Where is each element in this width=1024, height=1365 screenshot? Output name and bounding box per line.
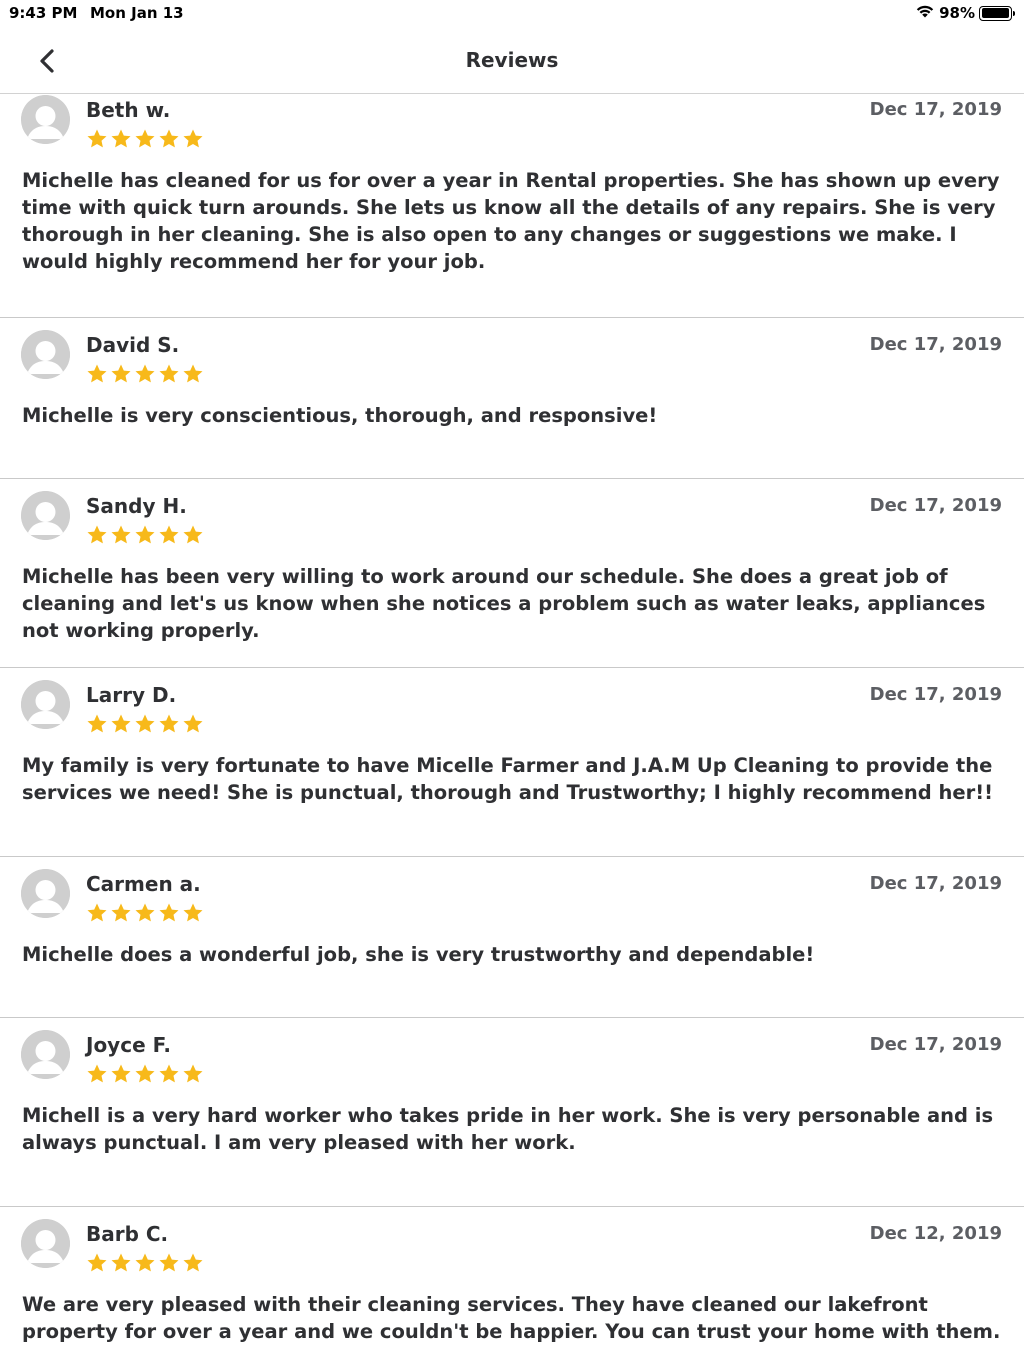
star-icon — [86, 128, 108, 154]
star-icon — [110, 713, 132, 739]
star-icon — [86, 1063, 108, 1089]
star-icon — [182, 1252, 204, 1278]
star-icon — [134, 1063, 156, 1089]
status-bar: 9:43 PM Mon Jan 13 98% — [0, 0, 1024, 28]
star-icon — [158, 1252, 180, 1278]
star-icon — [158, 524, 180, 550]
star-icon — [182, 128, 204, 154]
reviews-list[interactable]: Beth w. Dec 17, 2019 Michelle has cleaned … — [0, 95, 1024, 1365]
star-icon — [182, 1063, 204, 1089]
review-text: We are very pleased with their cleaning … — [22, 1293, 1001, 1343]
star-icon — [110, 1063, 132, 1089]
star-icon — [134, 524, 156, 550]
navigation-bar: Reviews — [0, 28, 1024, 94]
battery-level — [981, 8, 1009, 18]
review-text: Michell is a very hard worker who takes … — [22, 1104, 994, 1154]
avatar — [21, 491, 70, 540]
review-card: Beth w. Dec 17, 2019 Michelle has cleaned … — [0, 95, 1024, 318]
star-icon — [110, 128, 132, 154]
wifi-icon — [915, 3, 935, 23]
star-icon — [158, 128, 180, 154]
review-date: Dec 12, 2019 — [869, 1223, 1002, 1244]
star-icon — [134, 1252, 156, 1278]
review-card: Joyce F. Dec 17, 2019 Michell is a very ha… — [0, 1018, 1024, 1207]
review-card: Carmen a. Dec 17, 2019 Michelle does a won… — [0, 857, 1024, 1018]
reviewer-name: Larry D. — [86, 683, 177, 707]
review-text: Michelle does a wonderful job, she is ve… — [22, 943, 815, 966]
review-date: Dec 17, 2019 — [869, 334, 1002, 355]
star-icon — [182, 902, 204, 928]
star-icon — [182, 713, 204, 739]
star-rating — [86, 128, 204, 154]
review-date: Dec 17, 2019 — [869, 495, 1002, 516]
reviewer-name: Beth w. — [86, 98, 171, 122]
review-text: Michelle has been very willing to work a… — [22, 565, 986, 642]
star-icon — [86, 902, 108, 928]
review-card: Barb C. Dec 12, 2019 We are very pleased w… — [0, 1207, 1024, 1365]
star-rating — [86, 902, 204, 928]
review-date: Dec 17, 2019 — [869, 873, 1002, 894]
star-icon — [182, 524, 204, 550]
avatar — [21, 330, 70, 379]
battery-icon — [979, 5, 1015, 21]
status-right: 98% — [915, 3, 1016, 23]
star-icon — [134, 128, 156, 154]
review-card: Sandy H. Dec 17, 2019 Michelle has been ve… — [0, 479, 1024, 668]
avatar — [21, 1030, 70, 1079]
reviewer-name: Barb C. — [86, 1222, 169, 1246]
star-icon — [86, 524, 108, 550]
review-text: Michelle has cleaned for us for over a y… — [22, 169, 1000, 273]
star-icon — [86, 1252, 108, 1278]
review-date: Dec 17, 2019 — [869, 1034, 1002, 1055]
status-time: 9:43 PM — [9, 4, 78, 22]
star-icon — [134, 363, 156, 389]
avatar — [21, 95, 70, 144]
reviewer-name: Sandy H. — [86, 494, 187, 518]
avatar — [21, 1219, 70, 1268]
star-icon — [182, 363, 204, 389]
star-rating — [86, 713, 204, 739]
star-icon — [110, 1252, 132, 1278]
review-date: Dec 17, 2019 — [869, 684, 1002, 705]
star-icon — [134, 713, 156, 739]
review-card: David S. Dec 17, 2019 Michelle is very con… — [0, 318, 1024, 479]
star-icon — [158, 713, 180, 739]
star-rating — [86, 1252, 204, 1278]
star-icon — [158, 1063, 180, 1089]
star-icon — [134, 902, 156, 928]
star-icon — [86, 713, 108, 739]
star-icon — [158, 363, 180, 389]
star-icon — [110, 363, 132, 389]
star-icon — [158, 902, 180, 928]
star-icon — [110, 524, 132, 550]
reviewer-name: Joyce F. — [86, 1033, 171, 1057]
review-date: Dec 17, 2019 — [869, 99, 1002, 120]
star-rating — [86, 1063, 204, 1089]
star-icon — [86, 363, 108, 389]
reviewer-name: Carmen a. — [86, 872, 201, 896]
page-title: Reviews — [465, 48, 559, 72]
star-icon — [110, 902, 132, 928]
star-rating — [86, 524, 204, 550]
reviewer-name: David S. — [86, 333, 180, 357]
review-text: Michelle is very conscientious, thorough… — [22, 404, 658, 427]
star-rating — [86, 363, 204, 389]
review-text: My family is very fortunate to have Mice… — [22, 754, 994, 804]
status-date: Mon Jan 13 — [90, 4, 184, 22]
avatar — [21, 680, 70, 729]
review-card: Larry D. Dec 17, 2019 My family is very fo… — [0, 668, 1024, 857]
avatar — [21, 869, 70, 918]
battery-percent: 98% — [939, 4, 975, 22]
